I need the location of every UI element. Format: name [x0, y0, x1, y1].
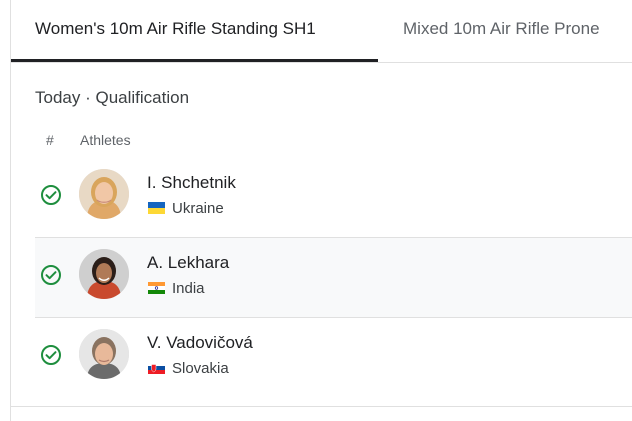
athlete-avatar [79, 329, 129, 379]
tab-mixed-10m-air-rifle-prone[interactable]: Mixed 10m Air Rifle Prone [403, 0, 600, 60]
tab-womens-10m-air-rifle-standing-sh1[interactable]: Women's 10m Air Rifle Standing SH1 [11, 0, 378, 62]
athlete-name[interactable]: I. Shchetnik [147, 173, 236, 193]
athlete-row[interactable]: V. Vadovičová Slovakia [35, 317, 632, 397]
athlete-name[interactable]: A. Lekhara [147, 253, 229, 273]
tab-label: Mixed 10m Air Rifle Prone [403, 19, 600, 38]
event-tabs: Women's 10m Air Rifle Standing SH1 Mixed… [11, 0, 632, 63]
list-bottom-divider [11, 406, 632, 407]
athletes-column-header: Athletes [80, 132, 131, 148]
ukraine-flag-icon [148, 202, 165, 214]
athlete-country: Slovakia [172, 360, 229, 377]
athlete-name[interactable]: V. Vadovičová [147, 333, 253, 353]
athlete-country: Ukraine [172, 200, 224, 217]
slovakia-flag-icon [148, 362, 165, 374]
athlete-row[interactable]: I. Shchetnik Ukraine [35, 158, 632, 237]
athlete-country: India [172, 280, 205, 297]
tab-label: Women's 10m Air Rifle Standing SH1 [35, 19, 316, 38]
athlete-avatar [79, 249, 129, 299]
check-circle-icon [41, 265, 61, 285]
india-flag-icon [148, 282, 165, 294]
athlete-row[interactable]: A. Lekhara India [35, 237, 632, 317]
athlete-avatar [79, 169, 129, 219]
check-circle-icon [41, 345, 61, 365]
results-card: Women's 10m Air Rifle Standing SH1 Mixed… [10, 0, 632, 421]
section-title: Today · Qualification [35, 88, 190, 107]
rank-column-header: # [46, 132, 54, 148]
active-tab-indicator [11, 59, 378, 62]
check-circle-icon [41, 185, 61, 205]
